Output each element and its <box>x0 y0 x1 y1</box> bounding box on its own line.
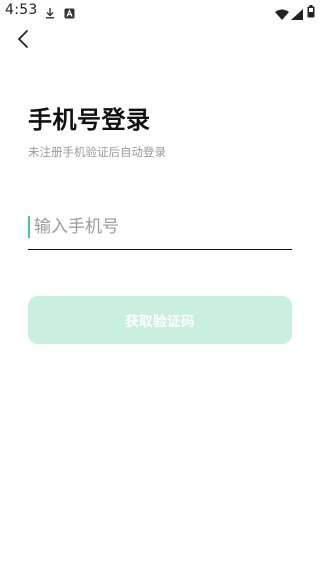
phone-field[interactable] <box>28 212 292 250</box>
status-time: 4:53 <box>5 2 38 18</box>
text-cursor <box>28 216 30 238</box>
a-icon <box>64 4 75 23</box>
battery-icon <box>307 3 315 22</box>
download-icon <box>44 4 56 23</box>
get-verification-code-button[interactable]: 获取验证码 <box>28 296 292 344</box>
back-button[interactable] <box>12 30 34 52</box>
status-bar: 4:53 <box>0 0 320 22</box>
signal-icon <box>291 5 303 24</box>
chevron-left-icon <box>17 29 29 53</box>
page-subtitle: 未注册手机验证后自动登录 <box>28 145 166 159</box>
page-title: 手机号登录 <box>28 106 151 134</box>
wifi-icon <box>275 5 289 24</box>
phone-input[interactable] <box>34 212 284 242</box>
